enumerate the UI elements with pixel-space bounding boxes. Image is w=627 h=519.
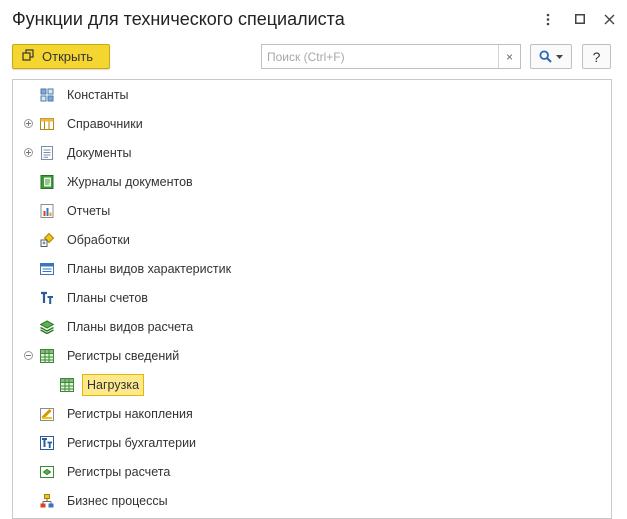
clear-search-button[interactable]: × <box>498 45 520 68</box>
search-input[interactable] <box>262 45 500 68</box>
clear-icon: × <box>505 49 513 64</box>
tree-item-constants[interactable]: Константы <box>13 81 611 110</box>
selected-item-highlight[interactable]: Нагрузка <box>82 374 145 396</box>
accounting-registers-icon <box>40 436 54 450</box>
reports-icon <box>40 204 54 218</box>
collapse-icon[interactable] <box>24 351 33 360</box>
tree-item-reports[interactable]: Отчеты <box>13 197 611 226</box>
tree-item-characteristic-types[interactable]: Планы видов характеристик <box>13 255 611 284</box>
tree-item-label: Документы <box>67 146 132 160</box>
tree-item-calculation-types[interactable]: Планы видов расчета <box>13 313 611 342</box>
search-box: × <box>261 44 521 69</box>
calculation-registers-icon <box>40 465 54 479</box>
toolbar: Открыть × ? <box>0 40 627 76</box>
constants-icon <box>40 88 54 102</box>
tree-item-calculation-registers[interactable]: Регистры расчета <box>13 458 611 487</box>
search-icon <box>539 50 552 63</box>
tree-item-chart-of-accounts[interactable]: Планы счетов <box>13 284 611 313</box>
tree-item-label: Регистры бухгалтерии <box>67 436 197 450</box>
tree-item-label: Справочники <box>67 117 143 131</box>
tree-item-label: Отчеты <box>67 204 111 218</box>
expand-icon[interactable] <box>24 119 33 128</box>
calculation-types-icon <box>40 320 54 334</box>
tree-item-label: Планы видов расчета <box>67 320 194 334</box>
tree-item-label: Константы <box>67 88 129 102</box>
tree-item-accumulation-registers[interactable]: Регистры накопления <box>13 400 611 429</box>
tree-item-documents[interactable]: Документы <box>13 139 611 168</box>
search-options-button[interactable] <box>530 44 572 69</box>
register-table-icon <box>60 378 74 392</box>
document-journals-icon <box>40 175 54 189</box>
open-button[interactable]: Открыть <box>12 44 110 69</box>
close-icon[interactable] <box>598 8 620 30</box>
open-button-label: Открыть <box>42 49 94 64</box>
tree-item-label: Бизнес процессы <box>67 494 168 508</box>
help-button[interactable]: ? <box>582 44 611 69</box>
accumulation-registers-icon <box>40 407 54 421</box>
tree-item-label: Журналы документов <box>67 175 193 189</box>
more-vertical-icon[interactable] <box>537 8 559 30</box>
tree-item-label: Планы счетов <box>67 291 148 305</box>
metadata-tree[interactable]: Константы Справочники Документы Журналы … <box>12 79 612 519</box>
tree-item-label: Регистры сведений <box>67 349 180 363</box>
characteristic-types-icon <box>40 262 54 276</box>
catalogs-icon <box>40 117 54 131</box>
tree-item-label: Обработки <box>67 233 130 247</box>
help-label: ? <box>592 48 601 65</box>
tree-item-catalogs[interactable]: Справочники <box>13 110 611 139</box>
tree-item-label: Планы видов характеристик <box>67 262 232 276</box>
tree-item-nagruzka[interactable]: Нагрузка <box>13 371 611 400</box>
tree-item-label: Регистры расчета <box>67 465 171 479</box>
information-registers-icon <box>40 349 54 363</box>
documents-icon <box>40 146 54 160</box>
tree-item-document-journals[interactable]: Журналы документов <box>13 168 611 197</box>
data-processors-icon <box>40 233 54 247</box>
chevron-down-icon <box>556 54 563 59</box>
window-title: Функции для технического специалиста <box>12 9 345 29</box>
tree-item-label: Регистры накопления <box>67 407 193 421</box>
expand-icon[interactable] <box>24 148 33 157</box>
tree-item-data-processors[interactable]: Обработки <box>13 226 611 255</box>
tree-item-label: Нагрузка <box>87 378 140 392</box>
maximize-icon[interactable] <box>569 8 591 30</box>
title-bar: Функции для технического специалиста <box>0 0 627 40</box>
business-processes-icon <box>40 494 54 508</box>
tree-item-information-registers[interactable]: Регистры сведений <box>13 342 611 371</box>
chart-of-accounts-icon <box>40 291 54 305</box>
open-icon <box>22 49 34 64</box>
tree-item-accounting-registers[interactable]: Регистры бухгалтерии <box>13 429 611 458</box>
tree-item-business-processes[interactable]: Бизнес процессы <box>13 487 611 516</box>
